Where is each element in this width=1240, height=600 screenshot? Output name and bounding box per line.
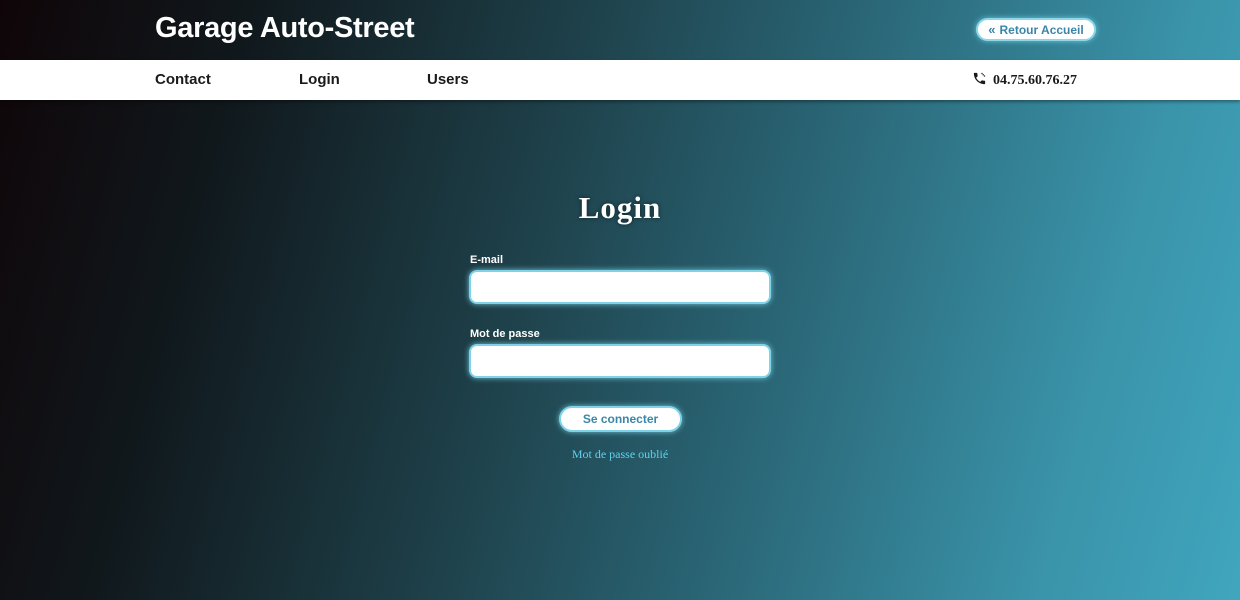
double-chevron-left-icon: «: [988, 22, 996, 37]
nav-bar: Contact Login Users 04.75.60.76.27: [0, 60, 1240, 100]
nav-item-login[interactable]: Login: [299, 71, 340, 88]
retour-accueil-label: Retour Accueil: [999, 22, 1084, 37]
phone-contact: 04.75.60.76.27: [972, 71, 1077, 91]
nav-item-users[interactable]: Users: [427, 71, 469, 88]
forgot-password-link[interactable]: Mot de passe oublié: [0, 447, 1240, 462]
nav-item-contact[interactable]: Contact: [155, 71, 211, 88]
page-title: Login: [578, 190, 662, 225]
email-label: E-mail: [470, 254, 504, 266]
email-field[interactable]: [469, 270, 771, 304]
password-field[interactable]: [469, 344, 771, 378]
phone-icon: [972, 71, 987, 91]
top-header: Garage Auto-Street « Retour Accueil: [0, 0, 1240, 60]
password-label: Mot de passe: [470, 328, 540, 340]
retour-accueil-button[interactable]: « Retour Accueil: [976, 18, 1096, 41]
site-brand: Garage Auto-Street: [155, 12, 415, 44]
login-button[interactable]: Se connecter: [559, 406, 682, 432]
phone-number: 04.75.60.76.27: [993, 73, 1077, 88]
